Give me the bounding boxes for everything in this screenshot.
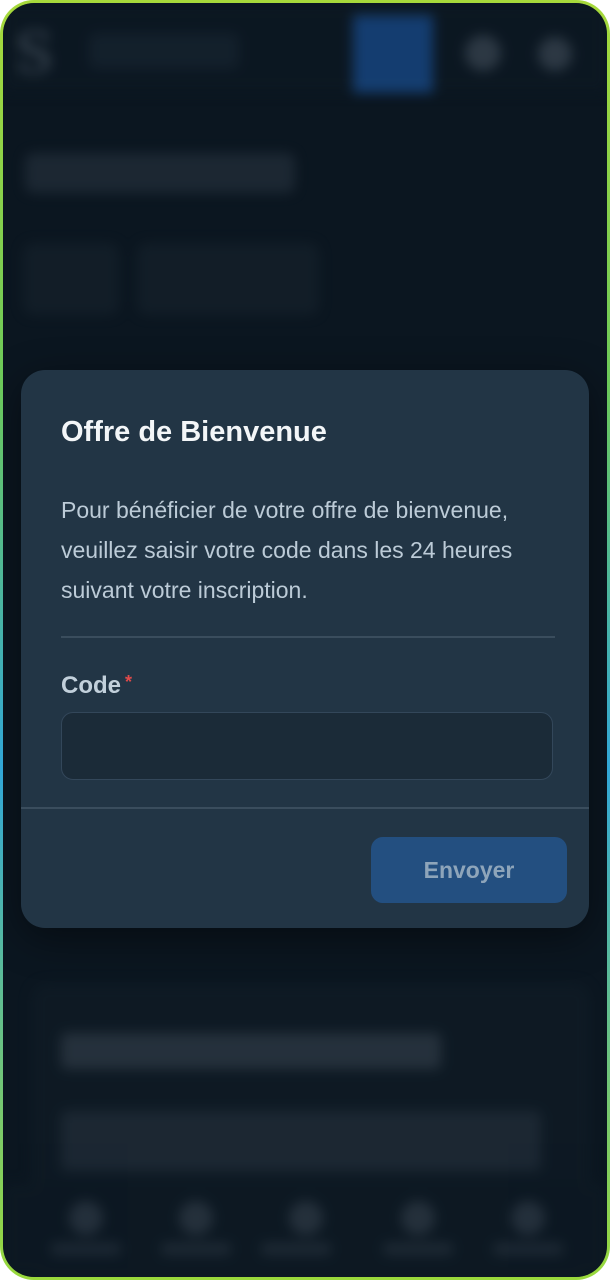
balance-selector bbox=[89, 33, 239, 69]
nav-label bbox=[161, 1243, 231, 1255]
code-field-label: Code * bbox=[61, 672, 132, 700]
modal-title: Offre de Bienvenue bbox=[61, 416, 327, 448]
logo: S bbox=[15, 21, 54, 86]
nav-label bbox=[383, 1243, 453, 1255]
code-input[interactable] bbox=[61, 712, 553, 780]
wallet-button bbox=[353, 15, 433, 93]
required-mark: * bbox=[125, 672, 133, 692]
menu-icon bbox=[538, 37, 572, 71]
submit-button[interactable]: Envoyer bbox=[371, 837, 567, 903]
footer-divider bbox=[21, 807, 589, 809]
nav-label bbox=[261, 1243, 331, 1255]
nav-icon bbox=[179, 1201, 213, 1235]
user-icon bbox=[465, 35, 501, 71]
welcome-offer-modal: Offre de Bienvenue Pour bénéficier de vo… bbox=[21, 370, 589, 928]
bonus-card-text bbox=[61, 1111, 541, 1171]
modal-description: Pour bénéficier de votre offre de bienve… bbox=[61, 497, 513, 603]
nav-icon bbox=[289, 1201, 323, 1235]
back-button bbox=[23, 243, 119, 315]
nav-icon bbox=[401, 1201, 435, 1235]
nav-label bbox=[51, 1243, 121, 1255]
divider bbox=[61, 636, 555, 638]
nav-label bbox=[493, 1243, 563, 1255]
bonus-card-title bbox=[61, 1033, 441, 1069]
code-label-text: Code bbox=[61, 672, 121, 699]
page-title bbox=[25, 153, 295, 193]
app-screen: S Offre de Bienvenue Pour bénéficier de … bbox=[3, 3, 607, 1277]
filter-dropdown bbox=[137, 243, 319, 315]
device-frame: S Offre de Bienvenue Pour bénéficier de … bbox=[0, 0, 610, 1280]
nav-icon bbox=[511, 1201, 545, 1235]
nav-icon bbox=[69, 1201, 103, 1235]
